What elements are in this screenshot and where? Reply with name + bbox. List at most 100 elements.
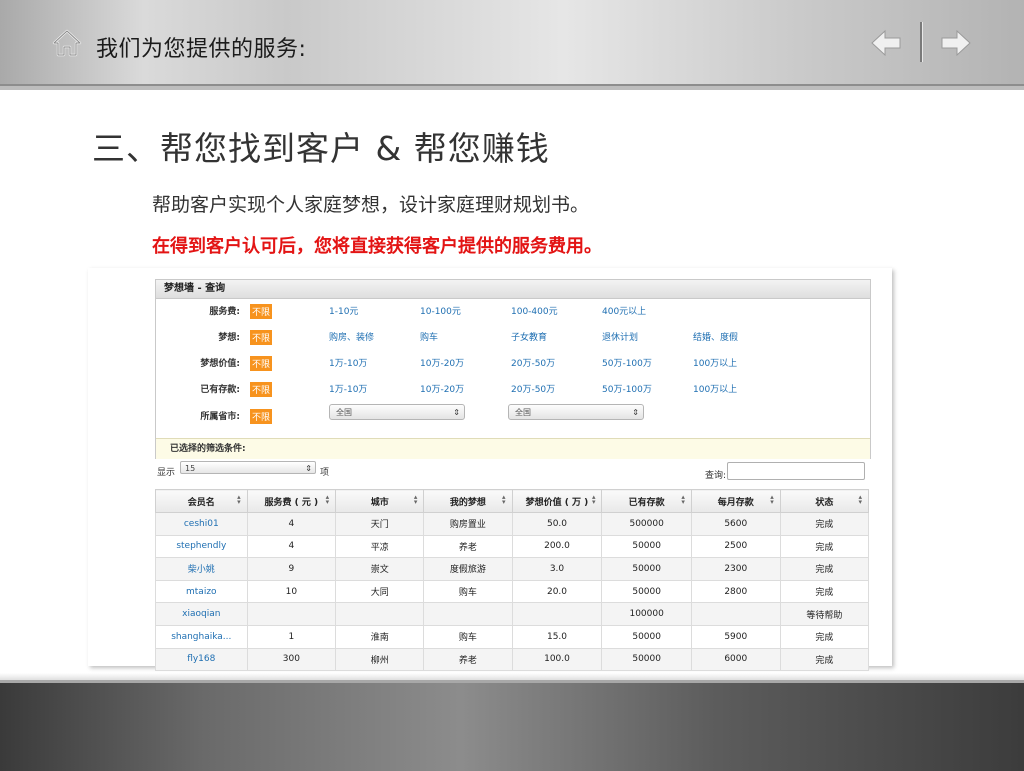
search-input[interactable]: [727, 462, 865, 480]
table-cell: 20.0: [511, 579, 603, 604]
table-cell: 100000: [601, 602, 692, 626]
filter-option[interactable]: 结婚、度假: [693, 330, 738, 343]
dream-wall-screenshot: 梦想墙 - 查询 服务费: 不限 1-10元 10-100元 100-400元 …: [88, 268, 892, 672]
table-cell: 15.0: [511, 624, 603, 649]
table-cell: 5600: [690, 512, 781, 536]
column-header-label: 状态: [815, 497, 834, 508]
filter-label: 服务费:: [209, 307, 240, 317]
filter-option[interactable]: 1-10元: [329, 304, 358, 317]
member-name-link[interactable]: ceshi01: [155, 512, 248, 536]
bottom-bar: [0, 673, 1024, 771]
filter-option[interactable]: 20万-50万: [511, 356, 555, 369]
city-select-value: 全国: [515, 408, 531, 417]
filter-badge-unlimited[interactable]: 不限: [250, 382, 273, 397]
table-row[interactable]: ceshi01 4 天门 购房置业 50.0 500000 5600 完成: [155, 512, 870, 536]
table-cell: 2800: [690, 579, 781, 604]
table-cell: 平凉: [335, 534, 425, 559]
province-select[interactable]: 全国 ⇕: [329, 404, 465, 420]
column-header[interactable]: 会员名 ▴ ▾: [155, 489, 248, 513]
page-size-select[interactable]: 15 ⇕: [180, 461, 316, 474]
table-row[interactable]: 柴小姚 9 崇文 度假旅游 3.0 50000 2300 完成: [155, 557, 870, 581]
member-name-link[interactable]: fly168: [155, 647, 248, 672]
column-header[interactable]: 城市 ▴ ▾: [335, 489, 425, 513]
filter-option[interactable]: 100万以上: [693, 382, 737, 395]
filter-option[interactable]: 400元以上: [602, 304, 646, 317]
sort-icon: ▴ ▾: [413, 493, 418, 506]
table-cell: 淮南: [335, 624, 425, 649]
sort-icon: ▴ ▾: [681, 493, 685, 506]
page-size-value: 15: [185, 464, 196, 473]
home-icon[interactable]: [52, 28, 82, 58]
column-header-label: 城市: [370, 497, 389, 508]
member-name-link[interactable]: mtaizo: [155, 579, 248, 604]
filter-option[interactable]: 50万-100万: [602, 356, 652, 369]
filter-badge-unlimited[interactable]: 不限: [250, 409, 273, 424]
filter-option[interactable]: 1万-10万: [329, 382, 367, 395]
member-name-link[interactable]: xiaoqian: [155, 602, 248, 626]
table-cell: 3.0: [511, 557, 603, 581]
select-arrows-icon: ⇕: [453, 408, 460, 417]
column-header-label: 梦想价值 ( 万 ): [525, 497, 589, 508]
table-cell: 4: [246, 534, 337, 559]
filter-option[interactable]: 购房、装修: [329, 330, 374, 343]
slide-text-line-2-highlight: 在得到客户认可后，您将直接获得客户提供的服务费用。: [152, 236, 602, 257]
member-name-link[interactable]: stephendly: [155, 534, 248, 559]
filter-option[interactable]: 购车: [420, 330, 438, 343]
members-table: 会员名 ▴ ▾ 服务费 ( 元 ) ▴ ▾ 城市 ▴ ▾ 我的梦想 ▴ ▾ 梦想价值 ( 万 )…: [155, 489, 870, 672]
filter-option[interactable]: 100万以上: [693, 356, 737, 369]
member-name-link[interactable]: shanghaika...: [155, 624, 248, 649]
table-row[interactable]: stephendly 4 平凉 养老 200.0 50000 2500 完成: [155, 534, 870, 559]
filter-label: 梦想:: [218, 333, 240, 343]
city-select[interactable]: 全国 ⇕: [508, 404, 644, 420]
province-select-value: 全国: [336, 408, 352, 417]
table-cell: 购房置业: [423, 512, 513, 536]
column-header[interactable]: 我的梦想 ▴ ▾: [423, 489, 513, 513]
filter-badge-unlimited[interactable]: 不限: [250, 330, 273, 345]
table-cell: 购车: [423, 579, 513, 604]
table-cell: 2500: [690, 534, 781, 559]
filter-badge-unlimited[interactable]: 不限: [250, 356, 273, 371]
table-row[interactable]: mtaizo 10 大同 购车 20.0 50000 2800 完成: [155, 579, 870, 604]
filter-label: 所属省市:: [200, 412, 240, 422]
table-cell: 2300: [690, 557, 781, 581]
slide-text-line-1: 帮助客户实现个人家庭梦想，设计家庭理财规划书。: [152, 194, 590, 216]
filter-label: 梦想价值:: [200, 359, 240, 369]
filter-option[interactable]: 10万-20万: [420, 382, 464, 395]
filter-option[interactable]: 1万-10万: [329, 356, 367, 369]
table-row[interactable]: shanghaika... 1 淮南 购车 15.0 50000 5900 完成: [155, 624, 870, 649]
header-title: 我们为您提供的服务:: [96, 37, 307, 62]
filter-row-fee: 服务费: 不限 1-10元 10-100元 100-400元 400元以上: [156, 304, 870, 320]
filter-row-savings: 已有存款: 不限 1万-10万 10万-20万 20万-50万 50万-100万…: [156, 382, 870, 398]
table-cell: 50000: [601, 534, 692, 559]
table-cell: 崇文: [335, 557, 425, 581]
column-header[interactable]: 每月存款 ▴ ▾: [690, 489, 781, 513]
column-header-label: 已有存款: [628, 497, 665, 508]
column-header[interactable]: 服务费 ( 元 ) ▴ ▾: [246, 489, 337, 513]
filter-badge-unlimited[interactable]: 不限: [250, 304, 273, 319]
column-header-label: 会员名: [187, 497, 215, 508]
column-header[interactable]: 状态 ▴ ▾: [779, 489, 870, 513]
filter-option[interactable]: 10-100元: [420, 304, 461, 317]
sort-icon: ▴ ▾: [770, 493, 774, 506]
filter-option[interactable]: 20万-50万: [511, 382, 555, 395]
arrow-right-icon[interactable]: [940, 28, 972, 58]
column-header[interactable]: 已有存款 ▴ ▾: [601, 489, 692, 513]
column-header-label: 服务费 ( 元 ): [264, 497, 319, 508]
arrow-left-icon[interactable]: [870, 28, 902, 58]
sort-icon: ▴ ▾: [325, 493, 330, 506]
table-row[interactable]: xiaoqian 100000 等待帮助: [155, 602, 870, 626]
table-cell: 5900: [690, 624, 781, 649]
column-header[interactable]: 梦想价值 ( 万 ) ▴ ▾: [511, 489, 603, 513]
table-cell: 50000: [601, 624, 692, 649]
filter-option[interactable]: 子女教育: [511, 330, 547, 343]
chosen-filters-bar: 已选择的筛选条件:: [156, 438, 870, 459]
member-name-link[interactable]: 柴小姚: [155, 557, 248, 581]
table-cell: 50000: [601, 647, 692, 672]
table-cell: 200.0: [511, 534, 603, 559]
table-row[interactable]: fly168 300 柳州 养老 100.0 50000 6000 完成: [155, 647, 870, 672]
filter-option[interactable]: 退休计划: [602, 330, 638, 343]
filter-option[interactable]: 100-400元: [511, 304, 558, 317]
table-cell: 购车: [423, 624, 513, 649]
filter-option[interactable]: 10万-20万: [420, 356, 464, 369]
filter-option[interactable]: 50万-100万: [602, 382, 652, 395]
